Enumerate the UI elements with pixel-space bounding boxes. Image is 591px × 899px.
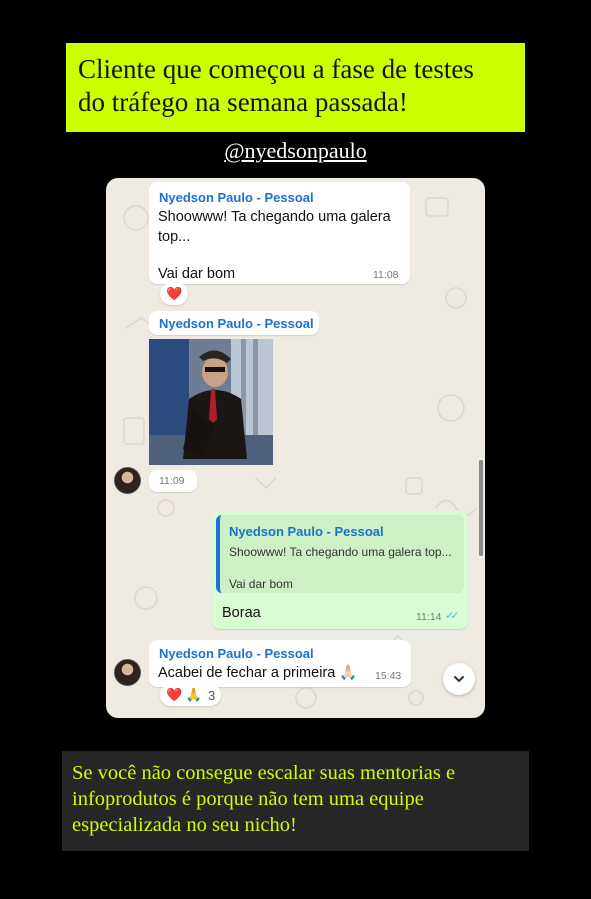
chevron-down-icon (454, 676, 464, 683)
footer-box: Se você não consegue escalar suas mentor… (62, 751, 529, 851)
quoted-message[interactable]: Nyedson Paulo - Pessoal Shoowww! Ta cheg… (216, 515, 464, 593)
avatar[interactable] (114, 659, 141, 686)
message-sender: Nyedson Paulo - Pessoal (159, 646, 314, 661)
quoted-sender: Nyedson Paulo - Pessoal (229, 524, 384, 539)
sticker-image[interactable] (149, 339, 273, 465)
reaction-emojis: ❤️ 🙏 (166, 687, 202, 702)
instagram-handle-link[interactable]: @nyedsonpaulo (0, 138, 591, 164)
message-time: 15:43 (375, 670, 402, 682)
chat-screenshot: Nyedson Paulo - Pessoal Shoowww! Ta cheg… (106, 178, 485, 718)
avatar[interactable] (114, 467, 141, 494)
message-time: 11:14 (416, 611, 442, 623)
headline-line-1: Cliente que começou a fase de testes (78, 54, 474, 84)
message-text: Boraa (222, 605, 261, 621)
message-text: Acabei de fechar a primeira 🙏🏻 (158, 665, 358, 681)
message-text-line-1: Shoowww! Ta chegando uma galera (158, 209, 391, 225)
headline-line-2: do tráfego na semana passada! (78, 87, 408, 117)
scroll-down-button[interactable] (443, 663, 475, 695)
footer-line-2: infoprodutos é porque não tem uma equipe (72, 788, 424, 810)
incoming-message-4[interactable]: Nyedson Paulo - Pessoal Acabei de fechar… (149, 640, 411, 687)
message-reaction[interactable]: ❤️ (160, 283, 189, 305)
message-sender: Nyedson Paulo - Pessoal (159, 316, 314, 331)
read-receipt-icon: ✓✓ (445, 610, 460, 622)
incoming-message-1[interactable]: Nyedson Paulo - Pessoal Shoowww! Ta cheg… (149, 182, 410, 284)
footer-line-1: Se você não consegue escalar suas mentor… (72, 762, 456, 784)
message-time: 11:09 (159, 475, 185, 487)
message-text-line-3: Vai dar bom (158, 266, 236, 282)
reaction-count: 3 (208, 687, 216, 703)
footer-line-3: especializada no seu nicho! (72, 814, 297, 836)
message-reactions[interactable]: ❤️ 🙏 3 (160, 684, 222, 706)
headline-box: Cliente que começou a fase de testes do … (66, 43, 525, 132)
scrollbar[interactable] (479, 460, 483, 556)
sticker-time-pill: 11:09 (149, 470, 197, 492)
message-text-line-2: top... (158, 229, 191, 245)
message-sender: Nyedson Paulo - Pessoal (159, 190, 314, 205)
message-time: 11:08 (373, 269, 399, 281)
quoted-text-line-1: Shoowww! Ta chegando uma galera top... (229, 545, 452, 559)
outgoing-message[interactable]: Nyedson Paulo - Pessoal Shoowww! Ta cheg… (212, 511, 468, 629)
incoming-sender-header: Nyedson Paulo - Pessoal (149, 311, 319, 335)
quoted-text-line-2: Vai dar bom (229, 577, 293, 591)
